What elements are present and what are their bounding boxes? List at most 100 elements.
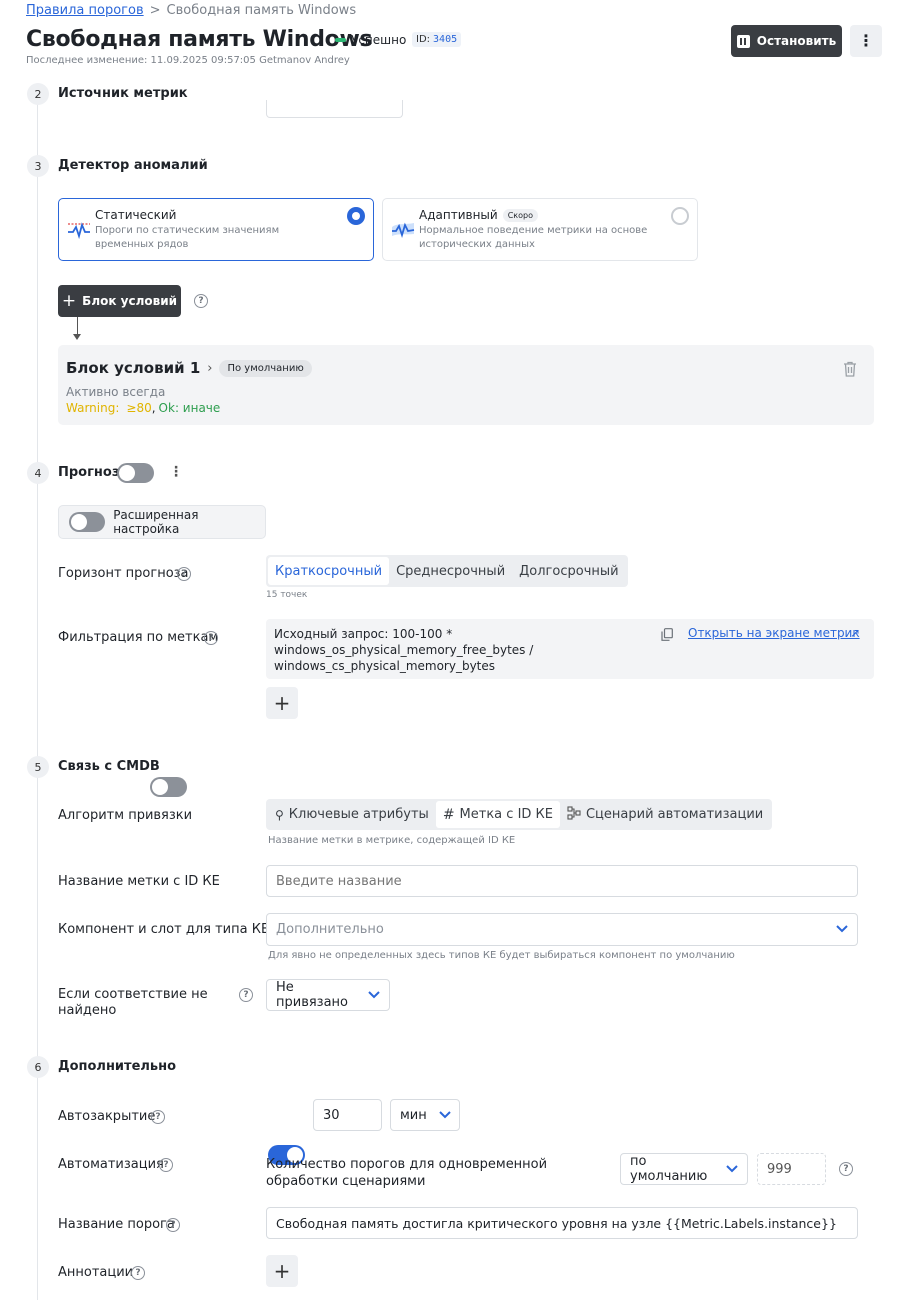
component-slot-label: Компонент и слот для типа КЕ	[58, 922, 270, 937]
step-2-number: 2	[27, 83, 49, 105]
component-slot-hint: Для явно не определенных здесь типов КЕ …	[268, 950, 735, 961]
static-desc: Пороги по статическим значениям временны…	[95, 225, 280, 250]
algo-automation-scenario-label: Сценарий автоматизации	[585, 807, 764, 822]
chevron-right-icon: ›	[207, 360, 213, 376]
adaptive-desc: Нормальное поведение метрики на основе и…	[419, 225, 648, 250]
breadcrumb-current: Свободная память Windows	[166, 3, 357, 18]
condition-block-header: Блок условий 1 › По умолчанию	[66, 359, 312, 377]
chevron-down-icon	[368, 988, 380, 1003]
condition-block-title: Блок условий 1	[66, 359, 201, 377]
add-condition-block-button[interactable]: + Блок условий	[58, 285, 181, 317]
automation-mode-value: по умолчанию	[630, 1154, 708, 1184]
adaptive-title-row: Адаптивный Скоро	[419, 208, 538, 222]
step-6-number: 6	[27, 1056, 49, 1078]
algo-key-attributes-tab[interactable]: ⚲ Ключевые атрибуты	[268, 801, 436, 828]
step-4-title: Прогноз	[58, 465, 120, 480]
detector-adaptive-card[interactable]: Адаптивный Скоро Нормальное поведение ме…	[382, 198, 698, 261]
static-chart-icon	[67, 219, 91, 243]
automation-mode-select[interactable]: по умолчанию	[620, 1153, 748, 1185]
adaptive-title: Адаптивный	[419, 208, 498, 222]
id-badge: ID: 3405	[412, 32, 462, 47]
more-vertical-icon: ⋮	[858, 31, 874, 50]
automation-count-input[interactable]: 999	[757, 1153, 826, 1185]
help-icon[interactable]: ?	[131, 1266, 145, 1280]
condition-block-card[interactable]: Блок условий 1 › По умолчанию Активно вс…	[58, 345, 874, 425]
copy-icon[interactable]	[661, 628, 673, 645]
chevron-down-icon	[726, 1162, 738, 1177]
autoclose-unit-select[interactable]: мин	[390, 1099, 460, 1131]
advanced-settings-label: Расширенная настройка	[113, 508, 199, 536]
horizon-short-tab[interactable]: Краткосрочный	[268, 557, 390, 585]
help-icon[interactable]: ?	[194, 294, 208, 308]
adaptive-chart-icon	[391, 219, 415, 243]
page-title: Свободная память Windows	[26, 27, 373, 52]
algo-label-ci-id-tab[interactable]: # Метка с ID КЕ	[435, 801, 560, 828]
step-6-title: Дополнительно	[58, 1059, 177, 1074]
warning-value: ≥80	[126, 401, 152, 415]
forecast-horizon-segmented: Краткосрочный Среднесрочный Долгосрочный	[266, 555, 628, 587]
autoclose-value-input[interactable]: 30	[313, 1099, 382, 1131]
algo-automation-scenario-tab[interactable]: Сценарий автоматизации	[560, 801, 770, 828]
trash-icon[interactable]	[843, 361, 857, 381]
binding-algorithm-hint: Название метки в метрике, содержащей ID …	[268, 835, 516, 846]
threshold-name-input[interactable]: Свободная память достигла критического у…	[266, 1207, 858, 1239]
automation-label: Автоматизация	[58, 1157, 164, 1172]
query-text: Исходный запрос: 100-100 * windows_os_ph…	[274, 627, 534, 673]
autoclose-unit-value: мин	[400, 1107, 427, 1123]
forecast-more-icon[interactable]: ⋮	[169, 464, 183, 480]
forecast-toggle[interactable]	[117, 463, 154, 483]
plus-icon: +	[273, 691, 291, 715]
no-match-value: Не привязано	[276, 980, 349, 1010]
component-slot-placeholder: Дополнительно	[276, 922, 384, 937]
algo-key-attributes-label: Ключевые атрибуты	[288, 807, 429, 822]
help-icon[interactable]: ?	[159, 1158, 173, 1172]
binding-algorithm-segmented: ⚲ Ключевые атрибуты # Метка с ID КЕ Сцен…	[266, 799, 773, 830]
component-slot-select[interactable]: Дополнительно	[266, 913, 858, 946]
automation-desc: Количество порогов для одновременной обр…	[266, 1157, 548, 1189]
more-menu-button[interactable]: ⋮	[850, 25, 882, 57]
warning-label: Warning:	[66, 401, 120, 415]
cmdb-toggle[interactable]	[150, 777, 187, 797]
help-icon[interactable]: ?	[239, 988, 253, 1002]
id-value: 3405	[433, 34, 458, 45]
chevron-down-icon	[836, 922, 848, 937]
step-3-number: 3	[27, 155, 49, 177]
open-metrics-link[interactable]: Открыть на экране метрик	[688, 626, 860, 640]
add-annotation-button[interactable]: +	[266, 1255, 298, 1287]
no-match-select[interactable]: Не привязано	[266, 979, 390, 1011]
last-modified: Последнее изменение: 11.09.2025 09:57:05…	[26, 55, 350, 66]
step-3-title: Детектор аномалий	[58, 158, 208, 173]
horizon-long-tab[interactable]: Долгосрочный	[512, 557, 625, 585]
no-match-label: Если соответствие не найдено	[58, 987, 208, 1018]
advanced-settings-toggle[interactable]	[69, 512, 106, 532]
metric-source-field-edge	[266, 100, 403, 118]
condition-thresholds: Warning: ≥80, Ok: иначе	[66, 401, 220, 415]
connector-arrow-icon	[73, 334, 81, 340]
external-link-arrow-icon[interactable]: ↗	[850, 626, 860, 640]
step-5-number: 5	[27, 756, 49, 778]
help-icon[interactable]: ?	[151, 1110, 165, 1124]
breadcrumb: Правила порогов > Свободная память Windo…	[26, 3, 356, 18]
adaptive-radio[interactable]	[671, 207, 689, 225]
breadcrumb-parent-link[interactable]: Правила порогов	[26, 3, 144, 18]
horizon-medium-tab[interactable]: Среднесрочный	[389, 557, 512, 585]
breadcrumb-separator-icon: >	[149, 3, 161, 18]
help-icon[interactable]: ?	[166, 1218, 180, 1232]
condition-active-text: Активно всегда	[66, 385, 166, 399]
add-label-filter-button[interactable]: +	[266, 687, 298, 719]
detector-static-card[interactable]: Статический Пороги по статическим значен…	[58, 198, 374, 261]
workflow-icon	[567, 805, 581, 824]
status-badge: Успешно	[335, 33, 406, 47]
help-icon[interactable]: ?	[204, 631, 218, 645]
static-radio[interactable]	[347, 207, 365, 225]
help-icon[interactable]: ?	[177, 567, 191, 581]
help-icon[interactable]: ?	[839, 1162, 853, 1176]
annotations-label: Аннотации	[58, 1265, 134, 1280]
default-badge: По умолчанию	[219, 359, 312, 377]
steps-line	[37, 100, 38, 1300]
chevron-down-icon	[439, 1108, 451, 1123]
ci-label-name-input[interactable]	[266, 865, 858, 897]
advanced-settings-toggle-group[interactable]: Расширенная настройка	[58, 505, 266, 539]
id-label: ID:	[416, 34, 431, 45]
stop-button[interactable]: Остановить	[731, 25, 842, 57]
